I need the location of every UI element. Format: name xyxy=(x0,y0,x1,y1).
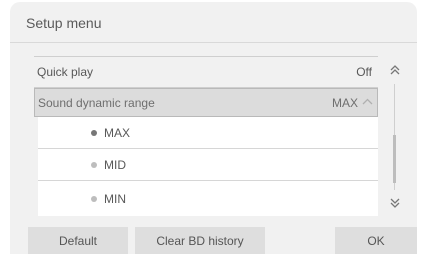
setting-row-quick-play[interactable]: Quick play Off xyxy=(34,56,378,88)
option-content: MID xyxy=(38,158,126,172)
double-chevron-down-icon[interactable] xyxy=(384,193,406,213)
option-mid[interactable]: MID xyxy=(38,149,378,181)
scrollbar[interactable] xyxy=(384,60,406,220)
setting-value-wrap: MAX xyxy=(332,96,377,110)
divider xyxy=(10,42,417,43)
chevron-up-icon xyxy=(362,97,373,108)
option-content: MIN xyxy=(38,192,126,206)
radio-unselected-icon xyxy=(91,161,97,168)
option-label: MIN xyxy=(104,191,126,206)
action-bar: Default Clear BD history OK xyxy=(10,224,417,254)
setting-label: Quick play xyxy=(37,65,94,79)
double-chevron-up-icon[interactable] xyxy=(384,60,406,80)
option-label: MID xyxy=(104,157,126,172)
settings-list: Quick play Off Sound dynamic range MAX M… xyxy=(34,56,378,216)
option-max[interactable]: MAX xyxy=(38,117,378,149)
setting-value: MAX xyxy=(331,95,358,110)
setting-label: Sound dynamic range xyxy=(38,95,155,110)
ok-button[interactable]: OK xyxy=(335,227,417,254)
option-content: MAX xyxy=(38,126,130,140)
setting-value: Off xyxy=(356,65,372,79)
scroll-thumb[interactable] xyxy=(393,135,396,183)
clear-bd-history-button[interactable]: Clear BD history xyxy=(135,227,265,254)
setting-row-sound-dynamic-range[interactable]: Sound dynamic range MAX xyxy=(34,88,378,117)
radio-selected-icon xyxy=(91,129,97,136)
radio-unselected-icon xyxy=(91,195,97,202)
page-title: Setup menu xyxy=(26,15,102,31)
default-button[interactable]: Default xyxy=(28,227,128,254)
option-label: MAX xyxy=(104,125,131,140)
option-min[interactable]: MIN xyxy=(38,181,378,216)
